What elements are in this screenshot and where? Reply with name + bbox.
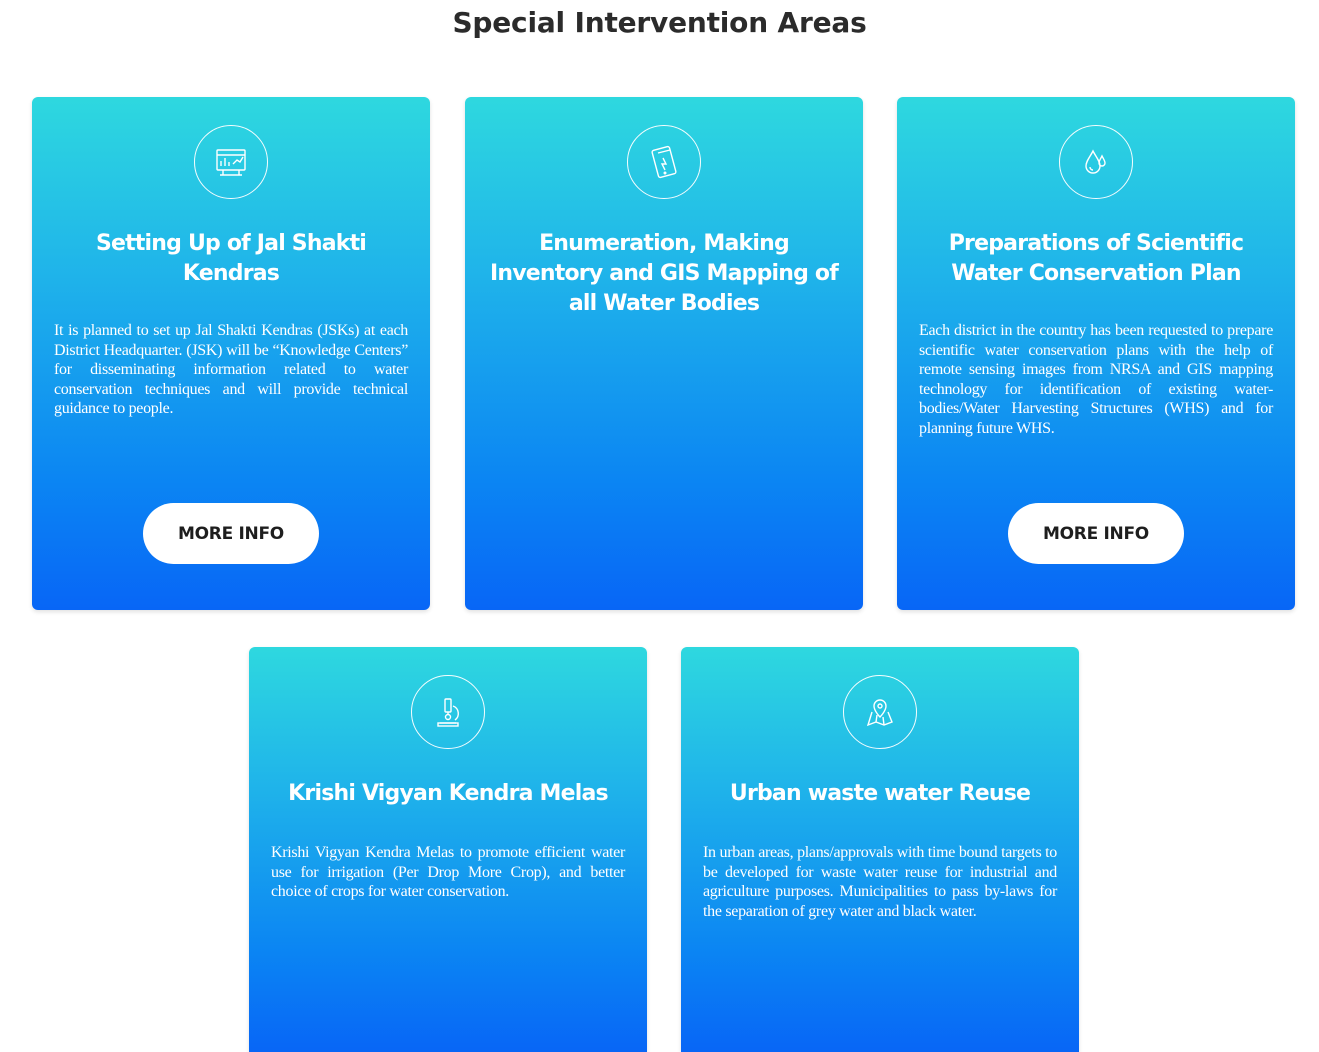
water-drops-icon: [1059, 125, 1133, 199]
card-jal-shakti-kendras: Setting Up of Jal Shakti Kendras It is p…: [32, 97, 430, 610]
more-info-button[interactable]: MORE INFO: [143, 503, 319, 564]
card-description: Krishi Vigyan Kendra Melas to promote ef…: [271, 844, 625, 901]
tablet-device-icon: [627, 125, 701, 199]
card-title: Setting Up of Jal Shakti Kendras: [95, 231, 367, 286]
card-title: Urban waste water Reuse: [729, 781, 1031, 806]
card-title: Enumeration, Making Inventory and GIS Ma…: [489, 231, 839, 316]
more-info-button[interactable]: MORE INFO: [1008, 503, 1184, 564]
card-water-conservation-plan: Preparations of Scientific Water Conserv…: [897, 97, 1295, 610]
card-title: Preparations of Scientific Water Conserv…: [948, 231, 1244, 286]
map-pin-icon: [843, 675, 917, 749]
card-urban-waste-water-reuse: Urban waste water Reuse In urban areas, …: [681, 647, 1079, 1052]
card-description: Each district in the country has been re…: [919, 322, 1273, 437]
card-description: In urban areas, plans/approvals with tim…: [703, 844, 1057, 920]
card-gis-mapping: Enumeration, Making Inventory and GIS Ma…: [465, 97, 863, 610]
card-title: Krishi Vigyan Kendra Melas: [288, 781, 608, 806]
section-title: Special Intervention Areas: [452, 6, 867, 39]
card-description: It is planned to set up Jal Shakti Kendr…: [54, 322, 408, 418]
card-krishi-vigyan-kendra-melas: Krishi Vigyan Kendra Melas Krishi Vigyan…: [249, 647, 647, 1052]
dashboard-chart-icon: [194, 125, 268, 199]
microscope-icon: [411, 675, 485, 749]
